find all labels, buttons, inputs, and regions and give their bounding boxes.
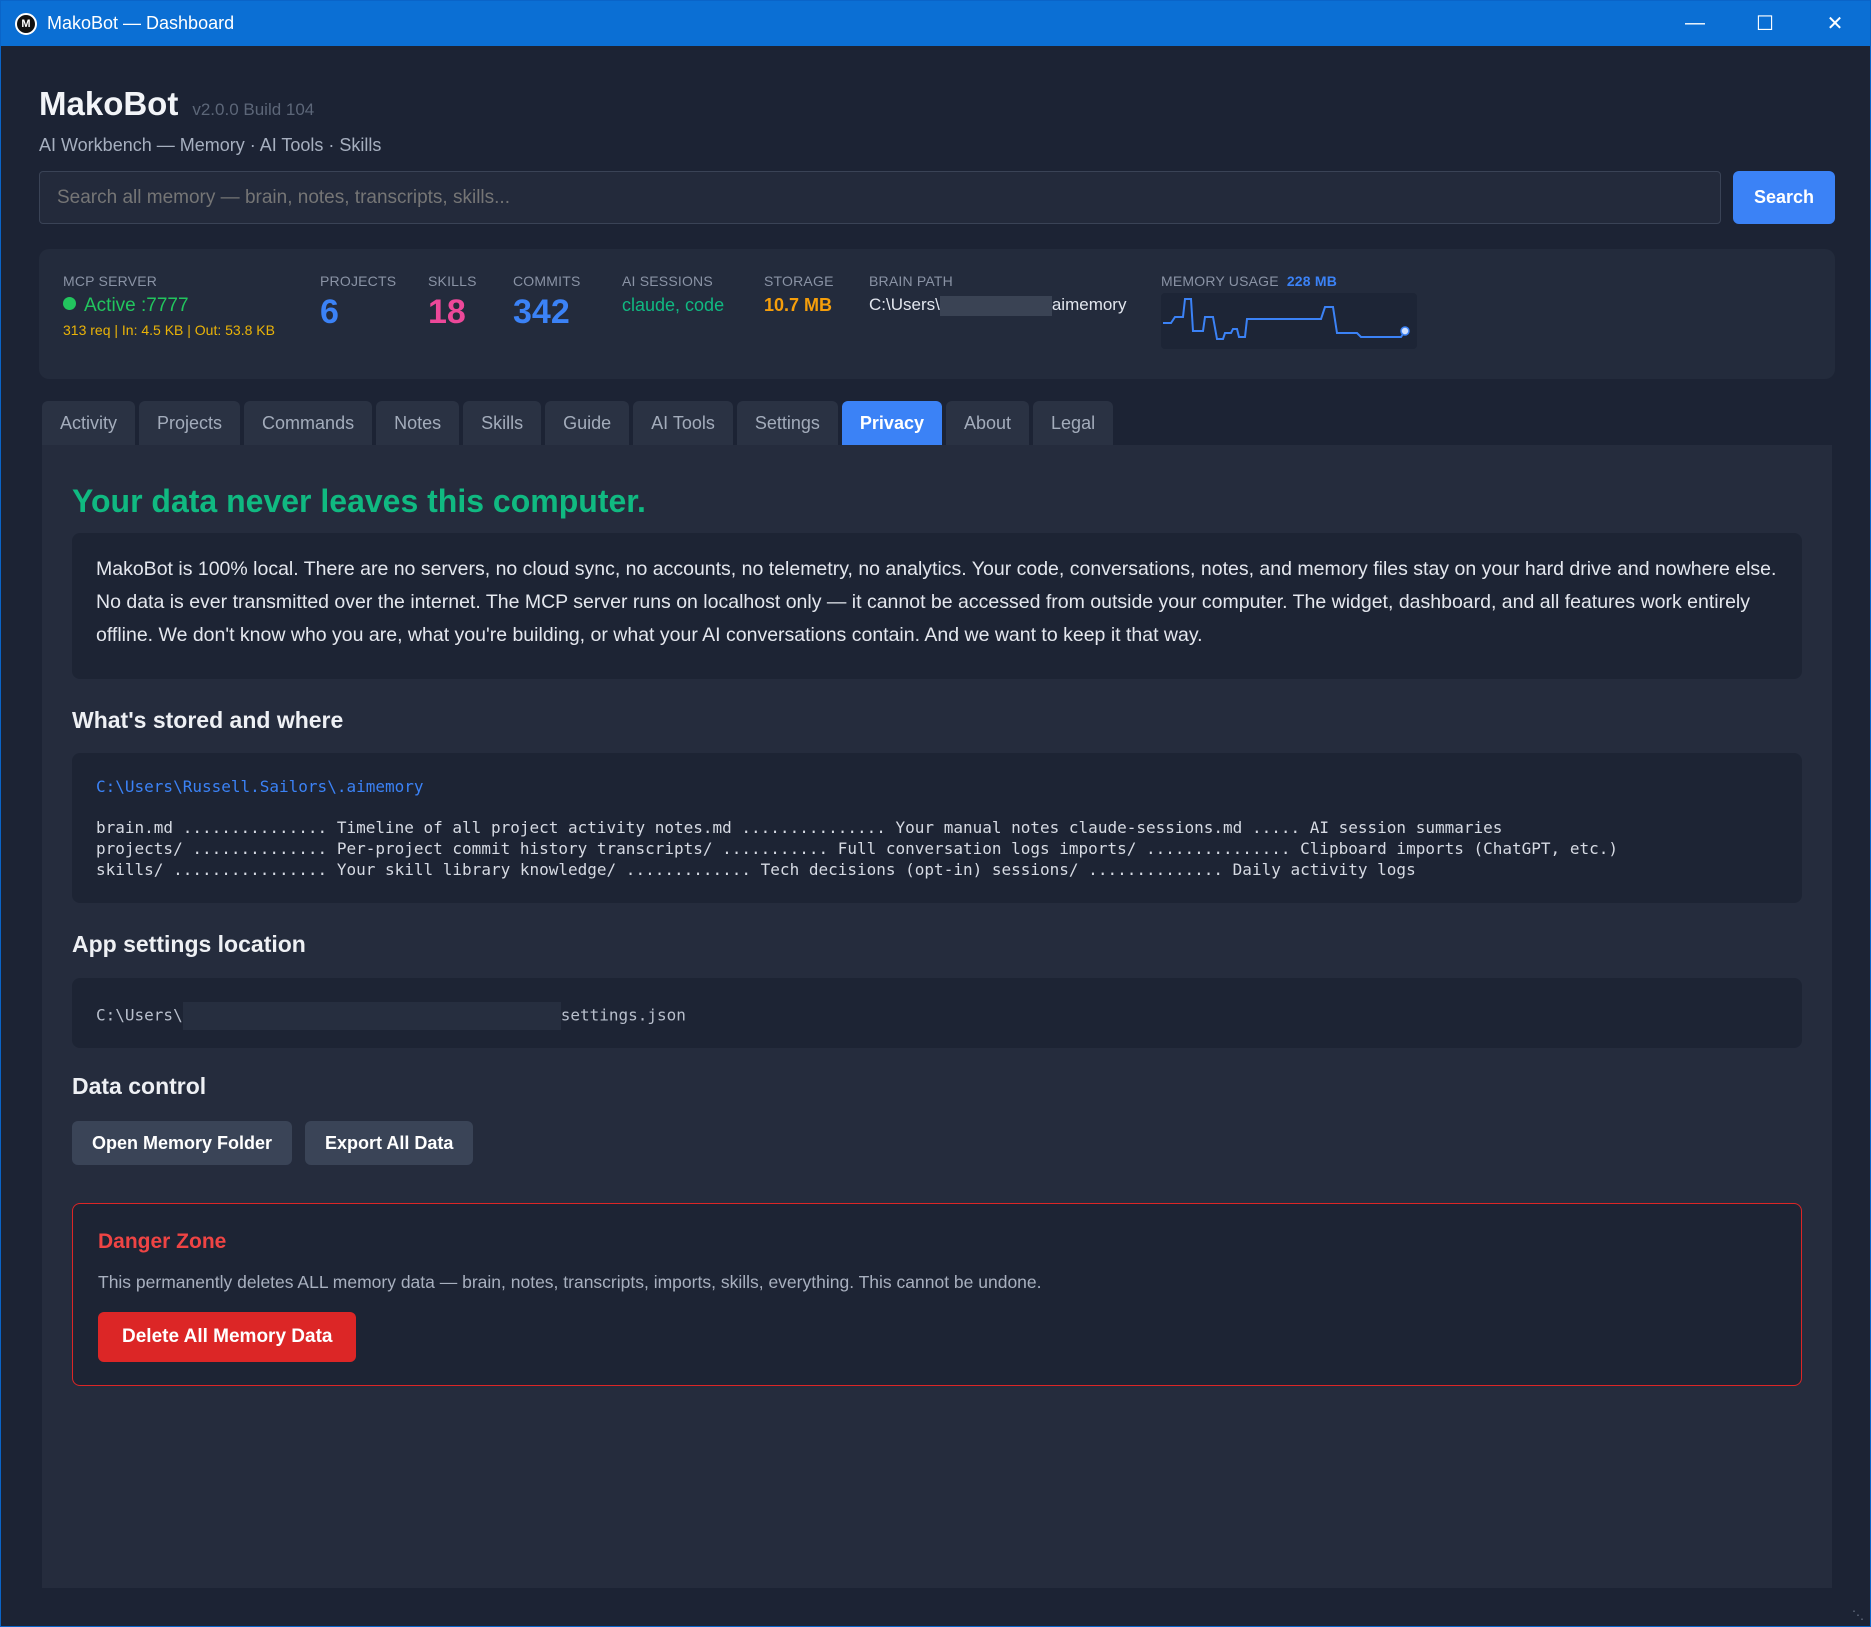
tab-projects[interactable]: Projects — [139, 401, 241, 445]
stat-label: SKILLS — [428, 273, 477, 289]
status-dot-icon — [63, 297, 76, 311]
stat-value: 18 — [428, 293, 466, 331]
storage-file-list: brain.md ............... Timeline of all… — [96, 817, 1618, 880]
memory-sparkline — [1161, 293, 1417, 349]
danger-zone-description: This permanently deletes ALL memory data… — [98, 1272, 1042, 1292]
danger-zone-title: Danger Zone — [98, 1230, 227, 1253]
delete-all-memory-button[interactable]: Delete All Memory Data — [98, 1312, 357, 1362]
app-logo-icon: M — [15, 12, 37, 35]
stat-memory-usage: MEMORY USAGE 228 MB — [1161, 273, 1337, 289]
tab-about[interactable]: About — [945, 401, 1030, 445]
settings-heading: App settings location — [72, 931, 306, 957]
tab-skills[interactable]: Skills — [463, 401, 542, 445]
brain-path-value: C:\Users\ aimemory — [869, 295, 1127, 316]
memory-usage-value: 228 MB — [1286, 273, 1338, 289]
storage-line: projects/ .............. Per-project com… — [96, 839, 1618, 858]
privacy-panel: Your data never leaves this computer. Ma… — [42, 445, 1832, 1588]
app-version: v2.0.0 Build 104 — [192, 100, 315, 119]
stat-label: COMMITS — [513, 273, 581, 289]
storage-listing: C:\Users\Russell.Sailors\.aimemory brain… — [72, 753, 1802, 903]
app-tagline: AI Workbench — Memory · AI Tools · Skill… — [39, 135, 382, 155]
data-control-buttons: Open Memory Folder Export All Data — [72, 1121, 474, 1165]
stat-label: MEMORY USAGE 228 MB — [1161, 273, 1338, 289]
tab-settings[interactable]: Settings — [736, 401, 838, 445]
app-name: MakoBot — [39, 85, 179, 122]
resize-grip-icon[interactable]: ⋱ — [1852, 1608, 1866, 1622]
stat-label: AI SESSIONS — [622, 273, 713, 289]
stat-ai-sessions: AI SESSIONS claude, code — [622, 273, 724, 316]
mcp-status: Active :7777 — [63, 295, 275, 317]
export-all-data-button[interactable]: Export All Data — [305, 1121, 474, 1165]
memory-path: C:\Users\Russell.Sailors\.aimemory — [96, 777, 424, 796]
tab-ai-tools[interactable]: AI Tools — [633, 401, 733, 445]
stat-value: 342 — [513, 293, 570, 331]
storage-line: brain.md ............... Timeline of all… — [96, 818, 1503, 837]
data-control-heading: Data control — [72, 1073, 207, 1099]
stat-brain-path: BRAIN PATH C:\Users\ aimemory — [869, 273, 1126, 316]
settings-location-box: C:\Users\ settings.json — [72, 978, 1802, 1048]
tab-commands[interactable]: Commands — [244, 401, 373, 445]
stat-storage: STORAGE 10.7 MB — [764, 273, 834, 316]
privacy-description: MakoBot is 100% local. There are no serv… — [72, 533, 1802, 679]
search-bar: Search — [39, 171, 1835, 224]
close-icon[interactable]: ✕ — [1800, 1, 1870, 46]
stat-skills: SKILLS 18 — [428, 273, 477, 332]
stat-value: 6 — [320, 293, 339, 331]
tab-guide[interactable]: Guide — [545, 401, 630, 445]
privacy-hero-heading: Your data never leaves this computer. — [72, 483, 646, 519]
minimize-icon[interactable]: — — [1660, 1, 1730, 46]
open-memory-folder-button[interactable]: Open Memory Folder — [72, 1121, 293, 1165]
settings-path: C:\Users\ settings.json — [96, 1002, 686, 1030]
stat-mcp-server: MCP SERVER Active :7777 313 req | In: 4.… — [63, 273, 275, 338]
tab-legal[interactable]: Legal — [1033, 401, 1114, 445]
storage-line: skills/ ................ Your skill libr… — [96, 860, 1416, 879]
danger-zone: Danger Zone This permanently deletes ALL… — [72, 1203, 1802, 1386]
tab-activity[interactable]: Activity — [42, 401, 136, 445]
stat-commits: COMMITS 342 — [513, 273, 581, 332]
search-button[interactable]: Search — [1733, 171, 1835, 224]
tab-bar: Activity Projects Commands Notes Skills … — [42, 401, 1114, 445]
search-input[interactable] — [39, 171, 1721, 224]
redacted-block — [182, 1002, 561, 1030]
stat-value: claude, code — [622, 295, 725, 315]
tab-notes[interactable]: Notes — [376, 401, 460, 445]
stat-label: PROJECTS — [320, 273, 397, 289]
mcp-traffic: 313 req | In: 4.5 KB | Out: 53.8 KB — [63, 322, 275, 338]
stored-heading: What's stored and where — [72, 707, 344, 733]
app-header: MakoBot v2.0.0 Build 104 AI Workbench — … — [39, 85, 381, 156]
stat-projects: PROJECTS 6 — [320, 273, 396, 332]
sparkline-end-point — [1400, 326, 1410, 336]
stats-panel: MCP SERVER Active :7777 313 req | In: 4.… — [39, 249, 1835, 379]
stat-label: STORAGE — [764, 273, 834, 289]
app-window: M MakoBot — Dashboard — ☐ ✕ MakoBot v2.0… — [0, 0, 1871, 1627]
stat-value: 10.7 MB — [764, 295, 833, 315]
tab-privacy[interactable]: Privacy — [841, 401, 942, 445]
stat-label: MCP SERVER — [63, 273, 158, 289]
title-bar[interactable]: M MakoBot — Dashboard — ☐ ✕ — [1, 1, 1870, 46]
window-title: MakoBot — Dashboard — [47, 13, 235, 33]
stat-label: BRAIN PATH — [869, 273, 953, 289]
redacted-block — [939, 295, 1052, 316]
maximize-icon[interactable]: ☐ — [1730, 1, 1800, 46]
